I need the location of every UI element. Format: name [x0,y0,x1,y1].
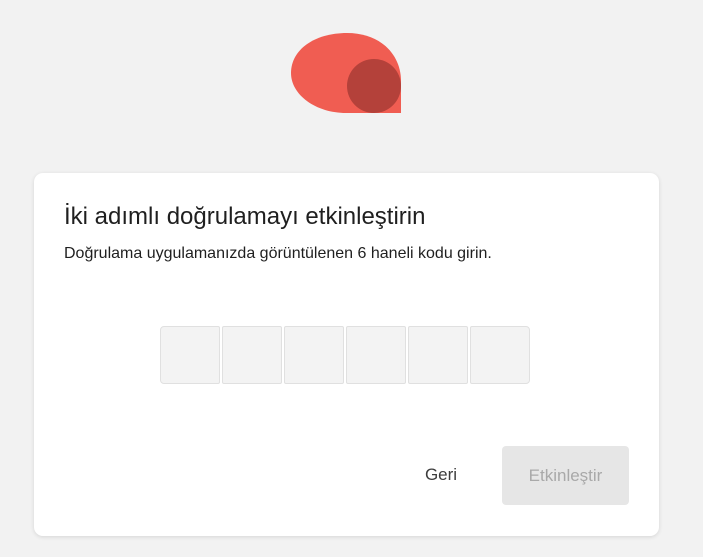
page: İki adımlı doğrulamayı etkinleştirin Doğ… [0,0,703,557]
activate-button[interactable]: Etkinleştir [502,446,629,505]
card-subtitle: Doğrulama uygulamanızda görüntülenen 6 h… [64,245,492,262]
code-digit-5[interactable] [408,326,468,384]
card-title: İki adımlı doğrulamayı etkinleştirin [64,203,426,230]
brand-logo-icon [291,33,401,113]
logo-inner-circle [347,59,401,113]
code-digit-6[interactable] [470,326,530,384]
code-digit-3[interactable] [284,326,344,384]
code-digit-2[interactable] [222,326,282,384]
code-digit-4[interactable] [346,326,406,384]
code-input-group [160,326,530,384]
code-digit-1[interactable] [160,326,220,384]
back-button[interactable]: Geri [406,446,476,504]
two-factor-card: İki adımlı doğrulamayı etkinleştirin Doğ… [34,173,659,536]
